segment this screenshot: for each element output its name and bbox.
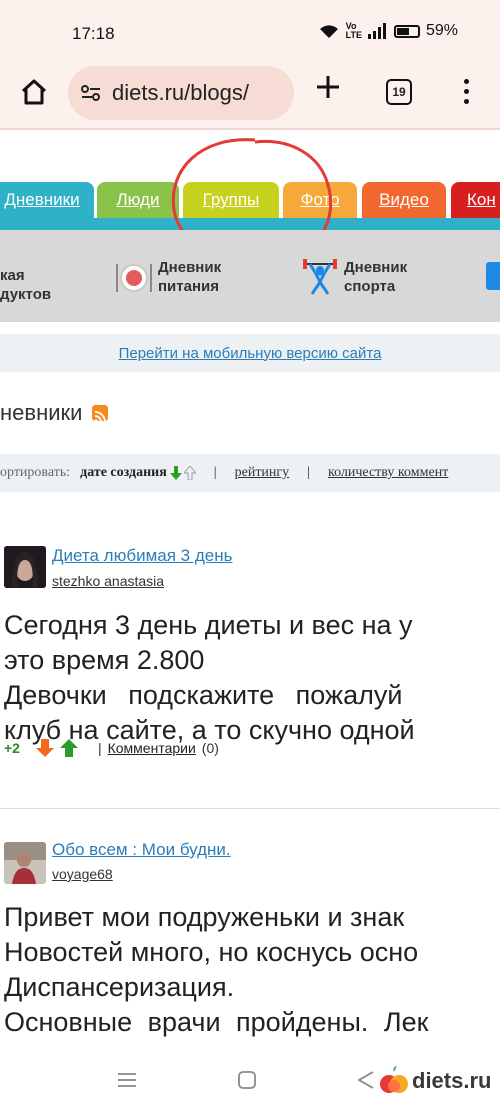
- tool-products-line2: дуктов: [0, 286, 52, 303]
- post-author-link[interactable]: voyage68: [52, 866, 113, 882]
- section-title-text: невники: [0, 400, 83, 425]
- sort-bar: ортировать: дате создания | рейтингу | к…: [0, 454, 500, 492]
- tab-video[interactable]: Видео: [362, 182, 446, 218]
- avatar[interactable]: [4, 546, 46, 588]
- browser-menu-button[interactable]: [458, 76, 474, 106]
- plate-icon: [116, 264, 152, 292]
- post-title-link[interactable]: Обо всем : Мои будни.: [52, 840, 231, 860]
- site-settings-icon: [81, 85, 100, 101]
- tool-next-icon[interactable]: [486, 262, 500, 290]
- back-icon[interactable]: [358, 1071, 374, 1089]
- status-bar: 17:18 Vo LTE 59%: [0, 0, 500, 62]
- tab-diaries[interactable]: Дневники: [0, 182, 94, 218]
- battery-icon: [393, 24, 420, 38]
- battery-percent: 59%: [425, 22, 458, 39]
- post-excerpt-line: это время 2.800: [4, 645, 205, 675]
- comments-count: (0): [201, 740, 219, 756]
- sort-separator: |: [307, 465, 310, 480]
- url-text: diets.ru/blogs/: [112, 80, 249, 105]
- post-excerpt: Сегодня 3 день диеты и вес на у это врем…: [4, 608, 500, 748]
- watermark-text: diets.ru: [412, 1068, 492, 1093]
- weightlifter-icon: [303, 259, 337, 295]
- post-excerpt-line: Сегодня 3 день диеты и вес на у: [4, 610, 413, 640]
- tool-food-diary-line1: Дневник: [158, 259, 222, 276]
- home-button[interactable]: [16, 74, 52, 110]
- sort-by-rating-link[interactable]: рейтингу: [235, 465, 290, 481]
- sort-by-date-active[interactable]: дате создания: [80, 465, 167, 481]
- tool-sport-diary[interactable]: Дневник спорта: [344, 258, 407, 296]
- arrow-up-gray-icon[interactable]: [183, 466, 196, 480]
- rss-icon[interactable]: [92, 405, 109, 423]
- watermark-logo: diets.ru: [380, 1066, 491, 1096]
- browser-toolbar: diets.ru/blogs/ 19: [0, 62, 500, 128]
- post-excerpt-line: Привет мои подруженьки и знак: [4, 902, 405, 932]
- mobile-version-link[interactable]: Перейти на мобильную версию сайта: [119, 345, 382, 362]
- wifi-icon: [319, 25, 338, 38]
- tab-switcher-button[interactable]: 19: [386, 79, 412, 105]
- apple-logo-icon: [380, 1066, 408, 1093]
- section-title: невники: [0, 400, 109, 426]
- signal-icon: [367, 23, 386, 39]
- address-bar[interactable]: diets.ru/blogs/: [68, 66, 294, 120]
- post-divider: [0, 808, 500, 809]
- tools-row: кая дуктов Дневник питания Дневник спорт…: [0, 230, 500, 322]
- arrow-down-green-icon[interactable]: [169, 466, 182, 480]
- recents-icon[interactable]: [118, 1072, 136, 1088]
- volte-icon: Vo LTE: [345, 21, 362, 40]
- status-time: 17:18: [72, 24, 115, 43]
- tool-sport-diary-line2: спорта: [344, 278, 396, 295]
- tool-products[interactable]: кая дуктов: [0, 266, 51, 304]
- post-excerpt-line: Основные врачи пройдены. Лек: [4, 1007, 429, 1037]
- post-author-link[interactable]: stezhko anastasia: [52, 573, 164, 589]
- plus-icon: [317, 76, 339, 98]
- sort-label: ортировать:: [0, 465, 71, 480]
- vote-down-icon[interactable]: [35, 739, 54, 757]
- vote-up-icon[interactable]: [59, 739, 78, 757]
- post-excerpt-line: Девочки подскажите пожалуй: [4, 680, 403, 710]
- status-icons: Vo LTE 59%: [318, 22, 458, 40]
- post-meta: +2 | Комментарии (0): [4, 739, 219, 757]
- avatar[interactable]: [4, 842, 46, 884]
- post-excerpt: Привет мои подруженьки и знак Новостей м…: [4, 900, 500, 1040]
- meta-separator: |: [97, 740, 102, 756]
- home-icon: [21, 79, 47, 105]
- tool-sport-diary-line1: Дневник: [344, 259, 408, 276]
- tool-food-diary[interactable]: Дневник питания: [158, 258, 221, 296]
- post-title-link[interactable]: Диета любимая 3 день: [52, 546, 232, 566]
- post-rating: +2: [4, 740, 20, 756]
- tab-contests[interactable]: Кон: [451, 182, 500, 218]
- tool-products-line1: кая: [0, 267, 25, 284]
- comments-link[interactable]: Комментарии: [108, 740, 196, 756]
- tool-food-diary-line2: питания: [158, 278, 220, 295]
- post-excerpt-line: Новостей много, но коснусь осно: [4, 937, 419, 967]
- post-excerpt-line: Диспансеризация.: [4, 972, 235, 1002]
- sort-separator: |: [213, 465, 217, 480]
- sort-by-comments-link[interactable]: количеству коммент: [328, 465, 448, 481]
- home-nav-icon[interactable]: [238, 1071, 256, 1089]
- mobile-version-bar: Перейти на мобильную версию сайта: [0, 334, 500, 372]
- new-tab-button[interactable]: [314, 72, 342, 108]
